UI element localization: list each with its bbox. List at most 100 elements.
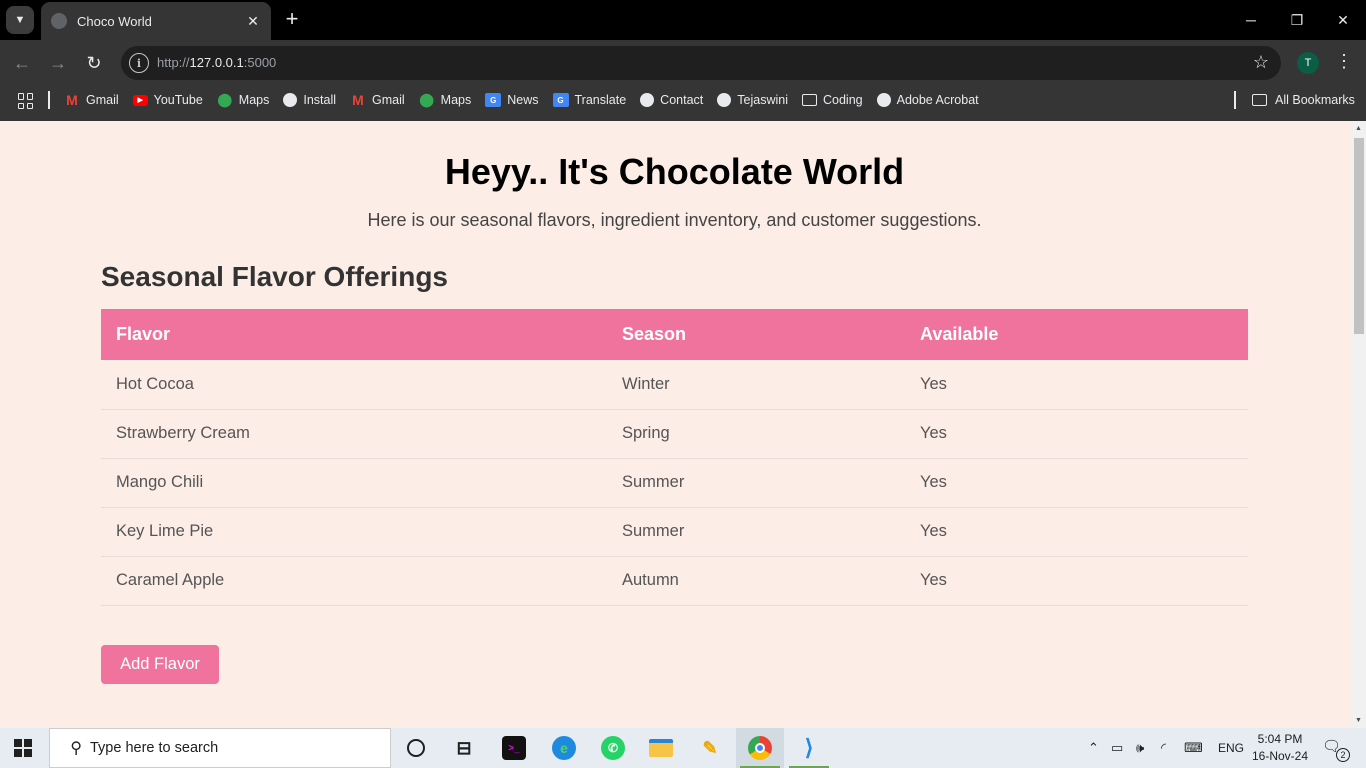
task-view-button[interactable]: ⊟ (440, 728, 488, 768)
forward-arrow-icon[interactable]: → (45, 50, 71, 76)
bookmark-gmail[interactable]: M Gmail (64, 92, 119, 108)
address-url[interactable]: http://127.0.0.1:5000 (157, 55, 276, 70)
available-cell: Yes (905, 458, 1248, 508)
scroll-down-icon[interactable]: ▼ (1351, 713, 1366, 728)
close-window-icon[interactable]: ✕ (1320, 0, 1366, 40)
bookmarks-bar: M Gmail ▶ YouTube ⬤ Maps Install M Gmail ⬤ Maps G Ne… (0, 85, 1366, 121)
vscode-app[interactable]: ⟩ (785, 728, 833, 768)
wifi-icon[interactable]: ◜ (1161, 728, 1166, 768)
add-flavor-button[interactable]: Add Flavor (101, 645, 219, 684)
volume-icon[interactable]: 🕪 (1136, 728, 1144, 768)
whatsapp-app[interactable]: ✆ (589, 728, 637, 768)
page-scrollbar[interactable]: ▲ ▼ (1351, 121, 1366, 728)
bookmark-translate[interactable]: G Translate (552, 93, 627, 107)
season-cell: Spring (607, 409, 905, 459)
bookmarks-divider (48, 91, 50, 109)
minimize-icon[interactable]: ─ (1228, 0, 1274, 40)
bookmark-gmail[interactable]: M Gmail (350, 92, 405, 108)
new-tab-button[interactable]: + (281, 8, 303, 32)
reload-icon[interactable]: ↻ (81, 50, 107, 76)
page-subtitle: Here is our seasonal flavors, ingredient… (367, 210, 982, 230)
bookmark-label: Contact (660, 93, 704, 107)
tab-strip: ▼ Choco World ✕ + ─ ❐ ✕ (0, 0, 1366, 40)
available-cell: Yes (905, 507, 1248, 557)
bookmark-label: YouTube (153, 93, 203, 107)
table-row: Mango Chili Summer Yes (101, 458, 1248, 508)
browser-tab[interactable]: Choco World ✕ (41, 2, 271, 40)
taskbar-search-box[interactable]: ⚲ Type here to search (49, 728, 391, 768)
page-title: Heyy.. It's Chocolate World (444, 151, 905, 192)
battery-icon[interactable]: ▭ (1111, 728, 1123, 768)
bookmark-label: Gmail (372, 93, 405, 107)
bookmark-label: Maps (440, 93, 472, 107)
flavor-cell: Mango Chili (101, 458, 607, 508)
tab-close-icon[interactable]: ✕ (245, 13, 261, 30)
search-icon: ⚲ (70, 740, 82, 757)
bookmark-label: Tejaswini (737, 93, 788, 107)
column-header-available: Available (905, 309, 1248, 360)
bookmark-coding[interactable]: Coding (801, 93, 863, 107)
site-info-icon[interactable]: i (129, 53, 149, 73)
edge-icon: e (552, 736, 576, 760)
scroll-up-icon[interactable]: ▲ (1351, 121, 1366, 136)
bookmark-maps[interactable]: ⬤ Maps (419, 92, 472, 107)
folder-icon (1252, 94, 1267, 106)
cortana-button[interactable] (392, 728, 440, 768)
chrome-icon (748, 736, 772, 760)
bookmark-contact[interactable]: Contact (640, 93, 703, 107)
clock-time: 5:04 PM (1257, 732, 1303, 746)
flavor-table: Flavor Season Available Hot Cocoa Winter… (101, 309, 1248, 606)
bookmark-tejaswini[interactable]: Tejaswini (717, 93, 788, 107)
bookmark-label: Translate (574, 93, 627, 107)
bookmark-label: Maps (238, 93, 270, 107)
notification-icon[interactable]: 🗨 2 (1322, 737, 1350, 762)
windows-taskbar: ⚲ Type here to search ⊟ >_ e ✆ ✎ ⟩ ⌃ ▭ 🕪… (0, 728, 1366, 768)
flavor-cell: Caramel Apple (101, 556, 607, 606)
available-cell: Yes (905, 360, 1248, 410)
edge-app[interactable]: e (540, 728, 588, 768)
tray-chevron-icon[interactable]: ⌃ (1088, 728, 1099, 768)
browser-menu-icon[interactable]: ⋮ (1334, 51, 1354, 72)
bookmark-maps[interactable]: ⬤ Maps (217, 92, 270, 107)
bookmark-youtube[interactable]: ▶ YouTube (132, 93, 203, 107)
globe-icon (283, 93, 298, 107)
restore-icon[interactable]: ❐ (1274, 0, 1320, 40)
bookmark-install[interactable]: Install (283, 93, 336, 107)
available-cell: Yes (905, 409, 1248, 459)
gmail-icon: M (66, 92, 78, 108)
table-row: Strawberry Cream Spring Yes (101, 409, 1248, 459)
system-clock[interactable]: 5:04 PM 16-Nov-24 (1248, 731, 1312, 765)
all-bookmarks-label: All Bookmarks (1275, 93, 1355, 107)
terminal-app[interactable]: >_ (490, 728, 538, 768)
bookmark-news[interactable]: G News (485, 93, 539, 107)
taskbar-search-placeholder: Type here to search (90, 740, 219, 756)
tab-title: Choco World (77, 13, 152, 29)
profile-avatar[interactable]: T (1297, 52, 1319, 74)
all-bookmarks-button[interactable]: All Bookmarks (1252, 85, 1355, 115)
address-bar[interactable]: i http://127.0.0.1:5000 ☆ (121, 46, 1281, 80)
season-cell: Summer (607, 458, 905, 508)
file-explorer-app[interactable] (637, 728, 685, 768)
news-icon: G (485, 93, 502, 107)
scrollbar-thumb[interactable] (1354, 138, 1364, 334)
bookmarks-divider (1234, 91, 1236, 109)
flavor-cell: Hot Cocoa (101, 360, 607, 410)
language-indicator[interactable]: ENG (1218, 728, 1244, 768)
bookmark-star-icon[interactable]: ☆ (1253, 52, 1269, 73)
bookmark-label: Adobe Acrobat (896, 93, 979, 107)
whatsapp-icon: ✆ (601, 736, 625, 760)
tab-search-chevron-icon[interactable]: ▼ (6, 6, 34, 34)
browser-toolbar: ← → ↻ i http://127.0.0.1:5000 ☆ (0, 40, 1366, 85)
bookmark-label: Gmail (86, 93, 119, 107)
table-header-row: Flavor Season Available (101, 309, 1248, 360)
page-viewport: Heyy.. It's Chocolate World Here is our … (0, 121, 1366, 728)
season-cell: Summer (607, 507, 905, 557)
paint-app[interactable]: ✎ (686, 728, 734, 768)
windows-start-icon[interactable] (14, 739, 32, 757)
keyboard-icon[interactable]: ⌨ (1184, 728, 1203, 768)
bookmark-adobe-acrobat[interactable]: Adobe Acrobat (876, 93, 979, 107)
chrome-app[interactable] (736, 728, 784, 768)
apps-grid-icon[interactable] (18, 93, 34, 109)
translate-icon: G (552, 93, 569, 107)
back-arrow-icon[interactable]: ← (9, 50, 35, 76)
